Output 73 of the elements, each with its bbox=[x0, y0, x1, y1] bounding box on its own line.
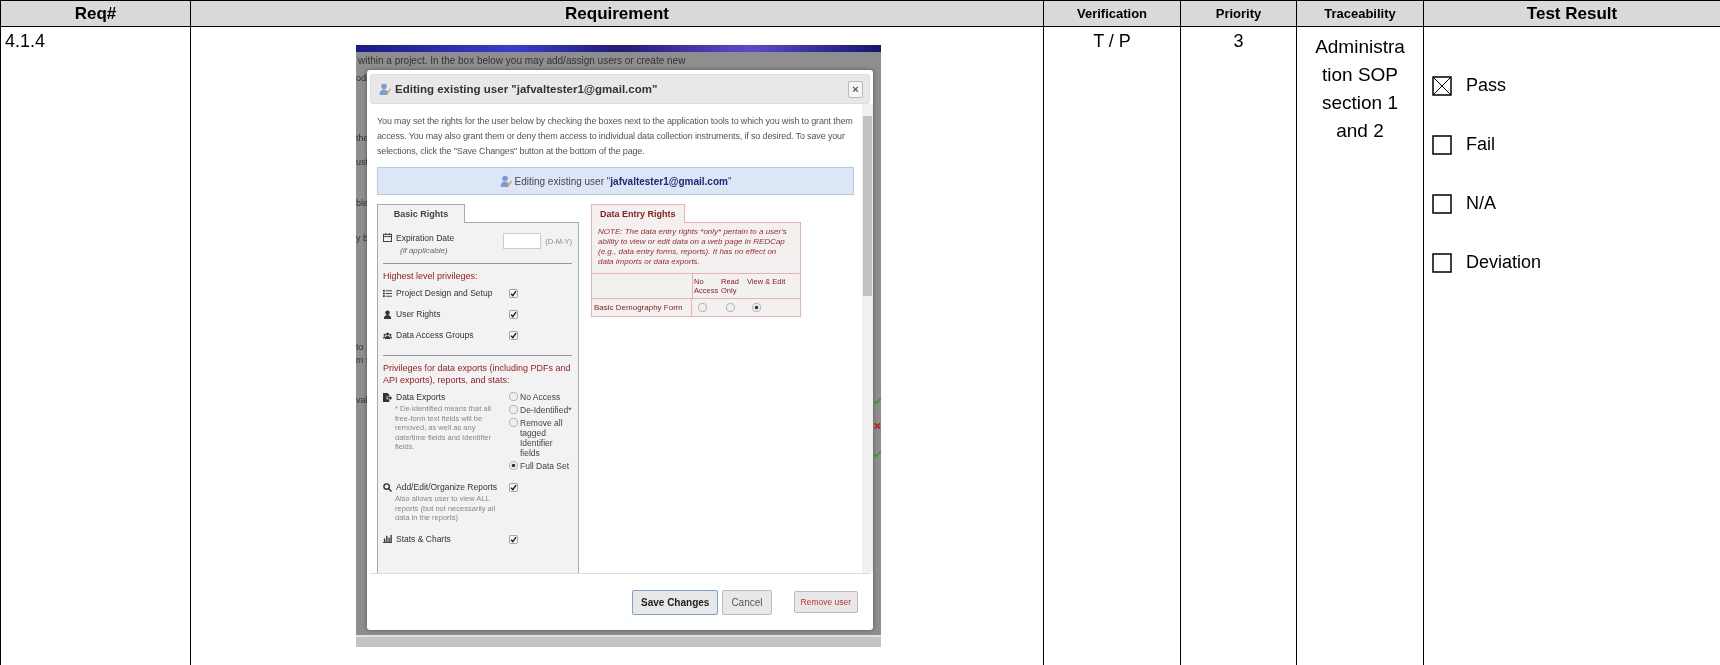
requirement-id: 4.1.4 bbox=[5, 31, 46, 51]
calendar-icon bbox=[383, 233, 392, 242]
radio-button[interactable] bbox=[698, 303, 707, 312]
save-button[interactable]: Save Changes bbox=[632, 589, 719, 615]
radio-button[interactable] bbox=[509, 392, 518, 401]
intro-text: You may set the rights for the user below by checking the boxes next to the application tools to which you wish to grant them access. You may also grant them or deny them access to individual data collection instruments, if so desired. To save your selections, click the "Save Changes" button at the bottom of the page. bbox=[377, 115, 854, 158]
form-name: Basic Demography Form bbox=[592, 298, 692, 316]
data-entry-tab[interactable]: Data Entry Rights bbox=[591, 204, 685, 223]
section-heading: Highest level privileges: bbox=[383, 270, 479, 282]
radio-button[interactable] bbox=[509, 461, 518, 470]
privilege-label: Add/Edit/Organize Reports bbox=[396, 482, 498, 492]
result-label: N/A bbox=[1466, 193, 1496, 214]
page-text: to bbox=[356, 342, 364, 352]
field-hint: (if applicable) bbox=[399, 246, 449, 255]
date-input[interactable] bbox=[503, 233, 542, 249]
option-label: Remove all tagged Identifier fields bbox=[520, 418, 564, 458]
section-heading: Privileges for data exports (including PDFs and API exports), reports, and stats: bbox=[383, 362, 572, 386]
radio-button[interactable] bbox=[752, 303, 761, 312]
radio-button[interactable] bbox=[726, 303, 735, 312]
page-text: ble bbox=[356, 198, 368, 208]
privilege-label: Project Design and Setup bbox=[396, 288, 493, 298]
user-edit-icon bbox=[499, 175, 512, 187]
option-label: De-Identified* bbox=[520, 405, 572, 415]
checkbox[interactable] bbox=[509, 534, 518, 544]
priority-text: 3 bbox=[1233, 31, 1244, 51]
checkbox[interactable] bbox=[509, 331, 518, 340]
bar-chart-icon bbox=[383, 534, 392, 543]
remove-button[interactable]: Remove user bbox=[793, 591, 859, 613]
option-label: No Access bbox=[520, 392, 561, 402]
column-header: Traceability bbox=[1324, 6, 1396, 21]
checkbox[interactable] bbox=[1432, 134, 1452, 155]
field-label: Expiration Date bbox=[396, 233, 456, 243]
basic-rights-tab[interactable]: Basic Rights bbox=[377, 204, 465, 223]
result-label: Fail bbox=[1466, 134, 1495, 155]
checkbox[interactable] bbox=[1432, 193, 1452, 214]
checkbox[interactable] bbox=[509, 483, 518, 492]
check-icon bbox=[874, 450, 881, 458]
close-button[interactable]: × bbox=[848, 80, 863, 98]
list-icon bbox=[383, 288, 392, 298]
checkbox[interactable] bbox=[1432, 75, 1452, 96]
banner-text: Editing existing user "jafvaltester1@gmail.com" bbox=[514, 175, 732, 187]
user-edit-icon bbox=[379, 83, 391, 95]
checkbox[interactable] bbox=[509, 289, 518, 298]
dialog-title: Editing existing user "jafvaltester1@gmail.com" bbox=[395, 83, 659, 95]
radio-button[interactable] bbox=[509, 418, 518, 427]
privilege-label: Stats & Charts bbox=[396, 533, 451, 544]
page-text: within a project. In the box below you may add/assign users or create new bbox=[357, 54, 687, 66]
column-header: Verification bbox=[1076, 6, 1148, 21]
privilege-label: Data Access Groups bbox=[396, 330, 474, 340]
result-label: Pass bbox=[1466, 75, 1507, 96]
privilege-label: Data Exports bbox=[396, 392, 446, 402]
radio-button[interactable] bbox=[509, 405, 518, 414]
user-icon bbox=[383, 309, 392, 319]
check-icon bbox=[874, 397, 881, 405]
column-header: Test Result bbox=[1526, 3, 1618, 24]
cancel-button[interactable]: Cancel bbox=[722, 589, 772, 615]
page-text: odi bbox=[356, 73, 368, 83]
cross-icon bbox=[874, 422, 881, 430]
note-text: NOTE: The data entry rights *only* pertain to a user's ability to view or edit data on a web page in REDCap (e.g., data entry forms, reports). It has no effect on data imports or data exports. bbox=[597, 226, 788, 268]
column-header: Req# bbox=[74, 3, 117, 24]
page-text: val bbox=[356, 395, 368, 405]
column-header: Requirement bbox=[565, 3, 669, 24]
traceability-text: Administration SOP section 1 and 2 bbox=[1314, 35, 1406, 143]
search-icon bbox=[383, 482, 392, 492]
privilege-label: User Rights bbox=[396, 309, 441, 319]
export-icon bbox=[383, 392, 392, 402]
checkbox[interactable] bbox=[509, 310, 518, 319]
users-icon bbox=[383, 330, 392, 340]
option-label: Full Data Set bbox=[520, 461, 570, 471]
checkbox[interactable] bbox=[1432, 252, 1452, 273]
result-label: Deviation bbox=[1466, 252, 1542, 273]
column-header: Priority bbox=[1215, 6, 1262, 21]
verification-text: T / P bbox=[1093, 31, 1131, 51]
